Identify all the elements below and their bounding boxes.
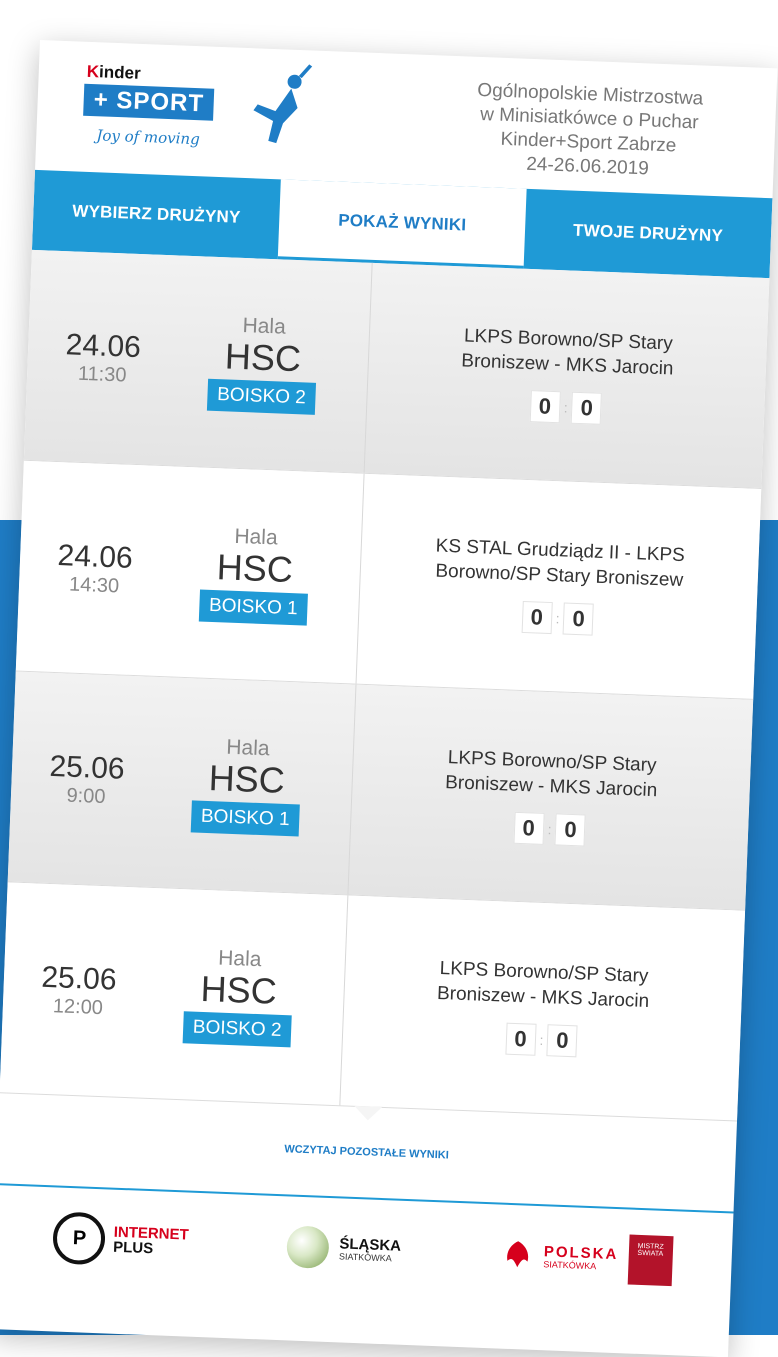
hall-name: HSC <box>199 967 278 1012</box>
match-row[interactable]: 25.06 9:00 Hala HSC BOISKO 1 LKPS Borown… <box>7 671 754 911</box>
court-badge: BOISKO 1 <box>190 800 301 837</box>
match-score: 0 : 0 <box>529 390 603 425</box>
court-badge: BOISKO 2 <box>206 378 317 415</box>
hall-name: HSC <box>224 335 302 380</box>
match-score: 0 : 0 <box>504 1022 579 1058</box>
world-champion-badge: MISTRZ ŚWIATA <box>627 1234 674 1287</box>
notch-decoration <box>353 1105 383 1121</box>
score-home: 0 <box>521 600 553 635</box>
match-teams: LKPS Borowno/SP Stary Broniszew - MKS Ja… <box>444 747 658 802</box>
hall-name: HSC <box>216 546 294 591</box>
score-away: 0 <box>554 813 587 847</box>
court-badge: BOISKO 2 <box>182 1011 293 1048</box>
match-score: 0 : 0 <box>513 811 587 847</box>
kinder-wordmark: Kinder <box>86 61 142 83</box>
match-date: 24.06 <box>65 327 142 364</box>
match-time: 14:30 <box>68 573 120 597</box>
match-row[interactable]: 24.06 14:30 Hala HSC BOISKO 1 KS STAL Gr… <box>15 460 762 700</box>
score-separator: : <box>555 610 560 627</box>
match-teams: KS STAL Grudziądz II - LKPS Borowno/SP S… <box>435 535 686 592</box>
match-row[interactable]: 25.06 12:00 Hala HSC BOISKO 2 LKPS Borow… <box>0 882 746 1122</box>
match-teams: LKPS Borowno/SP Stary Broniszew - MKS Ja… <box>460 325 674 380</box>
match-score: 0 : 0 <box>521 600 595 636</box>
score-away: 0 <box>546 1024 579 1058</box>
score-home: 0 <box>529 390 561 424</box>
sponsor-internet-plus: P INTERNET PLUS <box>52 1211 190 1268</box>
score-away: 0 <box>571 391 603 425</box>
athlete-icon <box>253 64 313 144</box>
match-time: 12:00 <box>52 994 104 1019</box>
hall-name: HSC <box>208 757 286 801</box>
sponsor-polska-siatkowka: POLSKA SIATKÓWKA MISTRZ ŚWIATA <box>499 1230 674 1287</box>
match-date: 25.06 <box>48 749 126 786</box>
sponsor-slaska-siatkowka: ŚLĄSKA SIATKÓWKA <box>286 1225 401 1271</box>
tab-select-teams[interactable]: WYBIERZ DRUŻYNY <box>32 170 281 259</box>
event-title: Ogólnopolskie Mistrzostwa w Minisiatkówc… <box>476 79 704 180</box>
match-row[interactable]: 24.06 11:30 Hala HSC BOISKO 2 LKPS Borow… <box>23 249 770 490</box>
match-date: 25.06 <box>40 960 118 997</box>
match-date: 24.06 <box>57 538 134 575</box>
match-list: 24.06 11:30 Hala HSC BOISKO 2 LKPS Borow… <box>0 249 770 1122</box>
kinder-sport-logo: Kinder + SPORT Joy of moving <box>75 54 319 173</box>
score-separator: : <box>539 1031 544 1049</box>
internet-plus-icon: P <box>52 1211 107 1266</box>
score-separator: : <box>563 399 569 416</box>
logo-tagline: Joy of moving <box>96 126 201 149</box>
volleyball-icon <box>286 1225 331 1269</box>
match-teams: LKPS Borowno/SP Stary Broniszew - MKS Ja… <box>436 958 650 1013</box>
tab-show-results[interactable]: POKAŻ WYNIKI <box>277 179 527 269</box>
match-time: 9:00 <box>66 784 106 808</box>
court-badge: BOISKO 1 <box>198 589 309 626</box>
sport-wordmark: + SPORT <box>83 83 215 121</box>
score-home: 0 <box>504 1022 537 1056</box>
score-home: 0 <box>513 811 545 845</box>
match-time: 11:30 <box>77 362 127 387</box>
eagle-icon <box>507 1241 529 1268</box>
tab-your-teams[interactable]: TWOJE DRUŻYNY <box>524 189 773 278</box>
score-away: 0 <box>563 602 595 636</box>
app-screen: Kinder + SPORT Joy of moving Ogólnopolsk… <box>0 40 778 1357</box>
score-separator: : <box>547 821 552 838</box>
